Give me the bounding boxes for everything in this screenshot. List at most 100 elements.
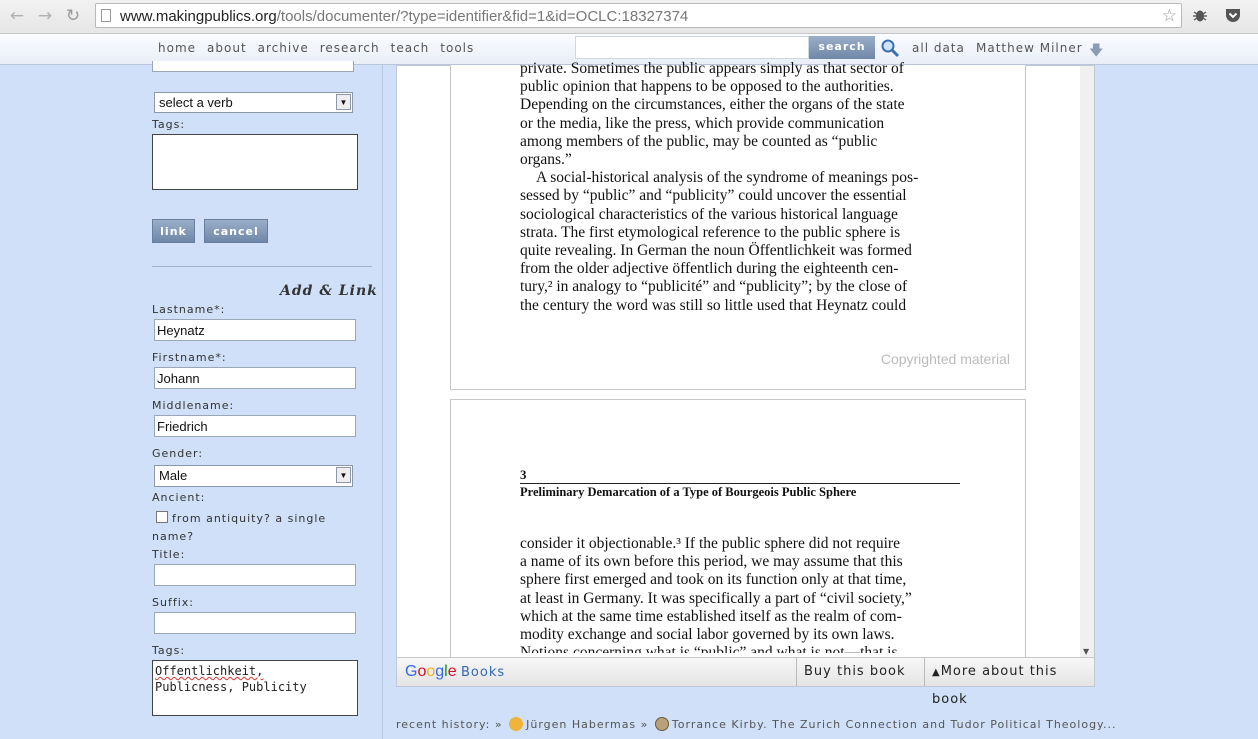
text-line: sessed by “public” and “publicity” could…: [520, 187, 907, 205]
url-text: www.makingpublics.org/tools/documenter/?…: [120, 8, 689, 25]
text-line: from the older adjective öffentlich duri…: [520, 260, 899, 278]
suffix-label: Suffix:: [152, 596, 194, 609]
book-page: private. Sometimes the public appears si…: [450, 60, 1026, 390]
history-item[interactable]: Jürgen Habermas: [526, 718, 636, 731]
text-line: at least in Germany. It was specifically…: [520, 589, 912, 607]
google-logo[interactable]: Google: [405, 663, 457, 681]
text-line: or the media, like the press, which prov…: [520, 114, 885, 132]
copyright-notice: Copyrighted material: [880, 351, 1010, 367]
pocket-extension-icon[interactable]: [1224, 6, 1242, 24]
tags-label-top: Tags:: [152, 118, 186, 131]
person-icon: [509, 717, 524, 731]
text-line: the century the word was still so little…: [520, 296, 907, 314]
text-line: consider it objectionable.³ If the publi…: [520, 535, 900, 552]
text-line: private. Sometimes the public appears si…: [520, 60, 904, 77]
history-separator: »: [640, 718, 649, 731]
books-label[interactable]: Books: [461, 665, 505, 680]
tags-text-line: Offentlichkeit,: [155, 664, 264, 678]
tags-label: Tags:: [152, 644, 186, 657]
cancel-button[interactable]: cancel: [204, 219, 268, 243]
text-line: sociological characteristics of the vari…: [520, 205, 898, 223]
chapter-rule: [520, 483, 960, 484]
google-books-viewer: private. Sometimes the public appears si…: [396, 60, 1095, 707]
reload-icon[interactable]: ↻: [64, 6, 82, 26]
middlename-field[interactable]: Friedrich: [154, 415, 356, 437]
more-about-book-button[interactable]: ▲More about this book: [924, 658, 1092, 707]
gender-select[interactable]: Male ▼: [154, 465, 353, 487]
text-line: Depending on the circumstances, either t…: [520, 96, 905, 114]
scroll-down-icon[interactable]: ▼: [1083, 647, 1089, 656]
down-arrow-icon[interactable]: 🡇: [1089, 40, 1103, 64]
ancient-label: Ancient:: [152, 491, 206, 504]
nav-tools[interactable]: tools: [440, 41, 474, 55]
verb-select[interactable]: select a verb ▼: [154, 92, 353, 113]
page-text: private. Sometimes the public appears si…: [520, 60, 960, 315]
text-line: a name of its own before this period, we…: [520, 553, 903, 571]
nav-home[interactable]: home: [158, 41, 196, 55]
link-button[interactable]: link: [152, 219, 195, 243]
bookmark-star-icon[interactable]: ☆: [1162, 6, 1177, 26]
documenter-form: select a verb ▼ Tags: link cancel Add & …: [0, 61, 383, 739]
ancient-option-label: from antiquity? a single: [172, 512, 327, 525]
title-field[interactable]: [154, 564, 356, 586]
lastname-field[interactable]: Heynatz: [154, 319, 356, 341]
text-line: public opinion that happens to be oppose…: [520, 78, 894, 96]
search-icon[interactable]: [880, 38, 900, 58]
google-books-bar: Google Books Buy this book ▲More about t…: [397, 657, 1094, 707]
search-button[interactable]: search: [809, 36, 875, 59]
site-search-input[interactable]: [575, 36, 809, 59]
suffix-field[interactable]: [154, 612, 356, 634]
book-icon: [654, 717, 669, 731]
cursor-icon: ▲: [932, 667, 941, 678]
text-line: organs.”: [520, 151, 572, 169]
recent-history: recent history: » Jürgen Habermas » Torr…: [396, 717, 1117, 731]
address-bar[interactable]: www.makingpublics.org/tools/documenter/?…: [95, 3, 1182, 28]
book-page: 3 Preliminary Demarcation of a Type of B…: [450, 399, 1026, 669]
history-item[interactable]: Torrance Kirby. The Zurich Connection an…: [672, 718, 1117, 731]
text-line: modity exchange and social labor governe…: [520, 626, 895, 644]
chevron-down-icon: ▼: [336, 94, 351, 110]
nav-archive[interactable]: archive: [258, 41, 309, 55]
divider: [152, 266, 372, 267]
nav-teach[interactable]: teach: [391, 41, 430, 55]
text-line: which at the same time established itsel…: [520, 607, 902, 625]
sidebar-border: [382, 65, 383, 739]
middlename-label: Middlename:: [152, 399, 235, 412]
page-text: consider it objectionable.³ If the publi…: [520, 535, 960, 653]
firstname-label: Firstname*:: [152, 351, 227, 364]
bug-extension-icon[interactable]: [1191, 6, 1209, 24]
back-arrow-icon[interactable]: ←: [8, 6, 26, 26]
chapter-title: Preliminary Demarcation of a Type of Bou…: [520, 485, 857, 499]
viewer-scrollbar[interactable]: ▼: [1080, 66, 1094, 658]
browser-toolbar: ← → ↻ www.makingpublics.org/tools/docume…: [0, 0, 1258, 34]
ancient-checkbox[interactable]: [156, 511, 168, 523]
text-line: tury,² in analogy to “publicité” and “pu…: [520, 278, 908, 296]
user-name-link[interactable]: Matthew Milner: [976, 41, 1083, 55]
tags-textarea-top[interactable]: [152, 134, 358, 190]
text-line: among members of the public, may be coun…: [520, 132, 878, 150]
nav-research[interactable]: research: [320, 41, 380, 55]
text-line: Notions concerning what is “public” and …: [520, 644, 902, 654]
text-line: sphere first emerged and took on its fun…: [520, 571, 907, 589]
chapter-number: 3: [520, 467, 527, 482]
previous-textarea-edge[interactable]: [152, 61, 354, 72]
all-data-link[interactable]: all data: [912, 41, 965, 55]
tags-textarea[interactable]: Offentlichkeit, Publicness, Publicity: [152, 660, 358, 716]
tags-text-line: Publicness, Publicity: [155, 680, 307, 694]
ancient-option-label-cont: name?: [152, 530, 195, 543]
buy-book-button[interactable]: Buy this book: [796, 658, 922, 686]
forward-arrow-icon[interactable]: →: [36, 6, 54, 26]
add-link-heading: Add & Link: [280, 283, 378, 299]
history-label: recent history: »: [396, 718, 503, 731]
text-line: quite revealing. In German the noun Öffe…: [520, 242, 912, 260]
title-label: Title:: [152, 548, 186, 561]
firstname-field[interactable]: Johann: [154, 367, 356, 389]
chevron-down-icon: ▼: [336, 467, 351, 483]
text-line: A social-historical analysis of the synd…: [536, 169, 919, 187]
nav-links: home about archive research teach tools: [158, 41, 485, 56]
text-line: strata. The first etymological reference…: [520, 223, 901, 241]
nav-about[interactable]: about: [207, 41, 247, 55]
page-icon: [101, 9, 111, 22]
lastname-label: Lastname*:: [152, 303, 226, 316]
gender-label: Gender:: [152, 447, 204, 460]
